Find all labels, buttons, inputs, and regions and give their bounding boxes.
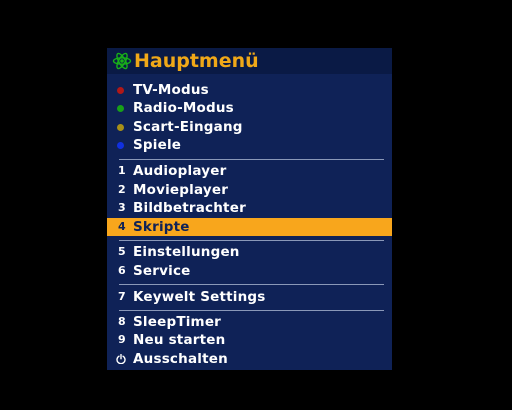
power-icon [116,354,126,364]
menu-title: Hauptmenü [134,50,259,72]
menu-item-label: Skripte [133,219,190,235]
menu-item-service[interactable]: 6 Service [107,262,392,280]
menu-item-number: 9 [118,333,126,346]
menu-item-label: Bildbetrachter [133,200,246,216]
menu-item-bildbetrachter[interactable]: 3 Bildbetrachter [107,199,392,217]
menu-item-number: 8 [118,315,126,328]
menu-item-tv-modus[interactable]: TV-Modus [107,81,392,99]
menu-item-spiele[interactable]: Spiele [107,136,392,154]
menu-item-label: Scart-Eingang [133,119,243,135]
menu-item-label: SleepTimer [133,314,222,330]
separator [119,284,384,285]
atom-icon [112,52,132,70]
menu-item-scart-eingang[interactable]: Scart-Eingang [107,118,392,136]
green-dot-icon [117,105,124,112]
menu-item-number: 1 [118,164,126,177]
menu-item-label: Neu starten [133,332,226,348]
separator [119,310,384,311]
menu-item-label: Movieplayer [133,182,229,198]
menu-item-movieplayer[interactable]: 2 Movieplayer [107,181,392,199]
menu-item-number: 3 [118,201,126,214]
menu-item-label: Keywelt Settings [133,289,266,305]
separator [119,159,384,160]
menu-item-number: 6 [118,264,126,277]
menu-item-sleeptimer[interactable]: 8 SleepTimer [107,313,392,331]
menu-item-number: 2 [118,183,126,196]
menu-item-label: Ausschalten [133,351,228,367]
menu-item-label: TV-Modus [133,82,209,98]
menu-item-label: Spiele [133,137,182,153]
menu-item-keywelt-settings[interactable]: 7 Keywelt Settings [107,288,392,306]
menu-item-label: Service [133,263,191,279]
menu-item-neu-starten[interactable]: 9 Neu starten [107,331,392,349]
menu-item-skripte[interactable]: 4 Skripte [107,218,392,236]
blue-dot-icon [117,142,124,149]
red-dot-icon [117,87,124,94]
menu-item-audioplayer[interactable]: 1 Audioplayer [107,162,392,180]
menu-item-radio-modus[interactable]: Radio-Modus [107,99,392,117]
menu-item-label: Audioplayer [133,163,227,179]
yellow-dot-icon [117,124,124,131]
separator [119,240,384,241]
menu-item-number: 4 [118,220,126,233]
menu-item-ausschalten[interactable]: Ausschalten [107,350,392,368]
main-menu: Hauptmenü TV-Modus Radio-Modus Scart-Ein… [107,48,392,370]
menu-item-number: 5 [118,245,126,258]
menu-item-label: Radio-Modus [133,100,234,116]
menu-item-number: 7 [118,290,126,303]
menu-item-einstellungen[interactable]: 5 Einstellungen [107,243,392,261]
menu-item-label: Einstellungen [133,244,240,260]
menu-header: Hauptmenü [107,48,392,74]
